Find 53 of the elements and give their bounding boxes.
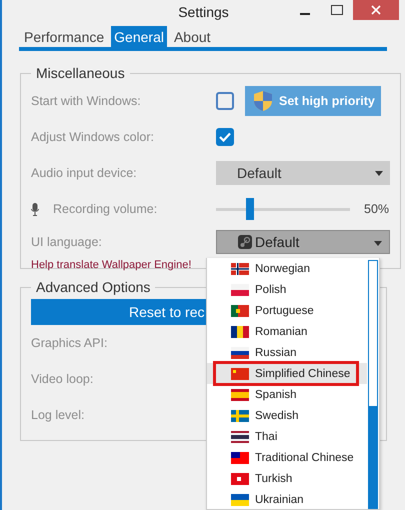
tab[interactable]: About <box>170 26 214 47</box>
checkbox[interactable] <box>216 92 234 110</box>
language-option[interactable]: Norwegian <box>207 258 367 279</box>
volume-slider[interactable] <box>216 198 350 220</box>
flag-icon <box>231 304 249 316</box>
close-icon <box>371 5 381 15</box>
language-option[interactable]: Turkish <box>207 468 367 489</box>
field-label: Graphics API: <box>31 336 108 350</box>
tab[interactable]: Performance <box>21 26 108 47</box>
tab[interactable]: General <box>111 26 167 47</box>
language-option[interactable]: Swedish <box>207 405 367 426</box>
shield-icon <box>253 90 273 112</box>
caret-icon <box>375 171 383 176</box>
flag-icon <box>231 472 249 484</box>
field-label: Recording volume: <box>53 202 158 216</box>
volume-reading: 50% <box>364 202 390 216</box>
field-label: Adjust Windows color: <box>31 130 155 144</box>
flag-icon <box>231 410 249 422</box>
language-option[interactable]: Thai <box>207 426 367 447</box>
language-dropdown[interactable]: Default <box>216 230 390 254</box>
flag-icon <box>231 452 249 464</box>
close-button[interactable] <box>353 0 399 20</box>
caret-icon <box>374 241 382 246</box>
flag-icon <box>231 262 249 274</box>
minimize-icon <box>300 13 310 15</box>
language-option[interactable]: Ukrainian <box>207 489 367 510</box>
microphone-icon <box>31 202 39 216</box>
flag-icon <box>231 368 249 380</box>
field-label: Video loop: <box>31 372 94 386</box>
language-option[interactable]: Polish <box>207 279 367 300</box>
language-option[interactable]: Russian <box>207 342 367 363</box>
language-option[interactable]: Portuguese <box>207 300 367 321</box>
audio-device-dropdown[interactable]: Default <box>216 161 390 185</box>
flag-icon <box>231 326 249 338</box>
field-label: UI language: <box>31 235 103 249</box>
flag-icon <box>231 346 249 358</box>
maximize-icon <box>331 5 343 15</box>
help-link[interactable]: Help translate Wallpaper Engine! <box>31 259 192 271</box>
language-option[interactable]: Spanish <box>207 384 367 405</box>
checkbox[interactable] <box>216 128 234 146</box>
language-option[interactable]: Traditional Chinese <box>207 447 367 468</box>
group-title: Miscellaneous <box>35 65 126 81</box>
field-label: Start with Windows: <box>31 94 142 108</box>
flag-icon <box>231 430 249 442</box>
scrollbar[interactable] <box>368 260 378 509</box>
flag-icon <box>231 284 249 296</box>
field-label: Audio input device: <box>31 166 138 180</box>
flag-icon <box>231 494 249 506</box>
field-label: Log level: <box>31 408 86 422</box>
group-title: Advanced Options <box>35 279 152 295</box>
window-title: Settings <box>178 4 229 20</box>
language-option[interactable]: Simplified Chinese <box>207 363 367 384</box>
flag-icon <box>231 388 249 400</box>
